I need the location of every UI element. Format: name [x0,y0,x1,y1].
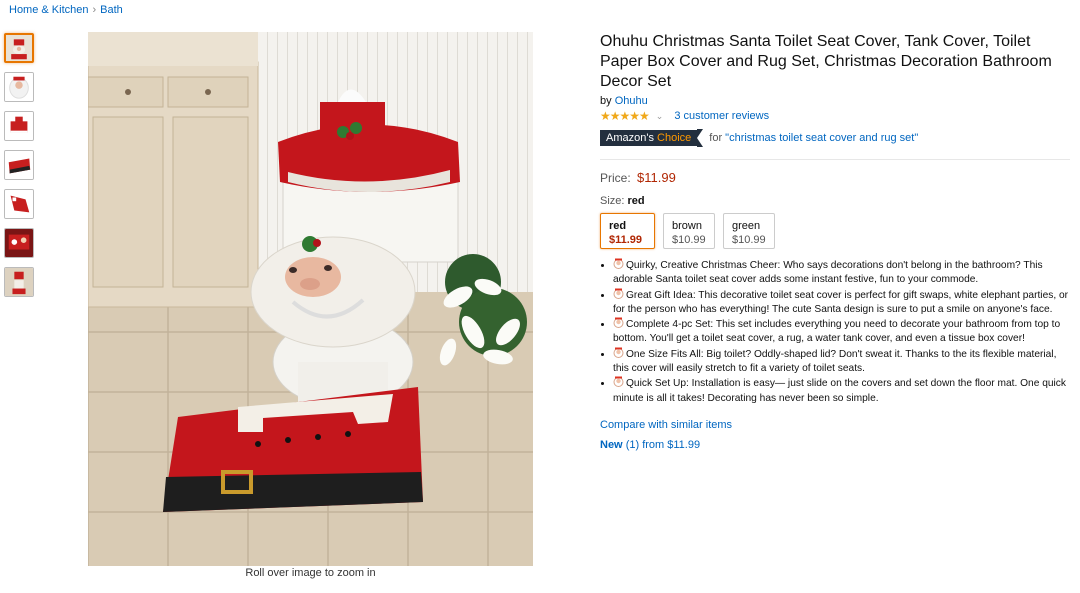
option-name: red [609,220,627,232]
option-brown[interactable]: brown $10.99 [663,213,715,249]
thumbnail-1[interactable] [4,33,34,63]
breadcrumb-home-kitchen[interactable]: Home & Kitchen [9,4,88,16]
option-red[interactable]: red $11.99 [600,213,655,249]
chevron-down-icon[interactable]: ⌄ [656,111,664,122]
compare-row: Compare with similar items [600,419,1070,431]
feature-bullet-text: Complete 4-pc Set: This set includes eve… [613,319,1061,345]
feature-bullet: Quick Set Up: Installation is easy— just… [613,376,1070,406]
breadcrumb: Home & Kitchen › Bath [9,4,123,16]
feature-bullet: Complete 4-pc Set: This set includes eve… [613,317,1070,347]
feature-bullets: Quirky, Creative Christmas Cheer: Who sa… [600,258,1070,406]
thumbnail-7[interactable] [4,267,34,297]
new-offers-link[interactable]: New [600,439,623,451]
divider [600,159,1070,160]
product-title: Ohuhu Christmas Santa Toilet Seat Cover,… [600,33,1052,90]
feature-bullet-text: One Size Fits All: Big toilet? Oddly-sha… [613,348,1057,375]
choice-badge-amazons: Amazon's [606,132,654,144]
byline: by Ohuhu [600,95,1070,107]
feature-bullet: Quirky, Creative Christmas Cheer: Who sa… [613,258,1070,288]
compare-similar-link[interactable]: Compare with similar items [600,419,732,431]
option-price: $10.99 [672,234,706,246]
main-product-image[interactable] [88,32,533,566]
brand-link[interactable]: Ohuhu [615,95,648,107]
offers-row: New (1) from $11.99 [600,439,1070,451]
amazons-choice-row: Amazon's Choice for "christmas toilet se… [600,129,1070,147]
price-row: Price: $11.99 [600,170,1070,185]
choice-for-label: for [709,132,723,144]
santa-face-icon [613,376,624,388]
santa-face-icon [613,258,624,269]
price-label: Price: [600,171,631,185]
option-green[interactable]: green $10.99 [723,213,775,249]
breadcrumb-separator: › [92,4,97,16]
amazons-choice-badge: Amazon's Choice [600,130,698,146]
thumbnail-3[interactable] [4,111,34,141]
size-selected-value: red [627,195,645,207]
santa-face-icon [613,347,624,358]
breadcrumb-bath[interactable]: Bath [100,4,123,16]
feature-bullet: Great Gift Idea: This decorative toilet … [613,288,1070,318]
price-value: $11.99 [637,170,676,185]
santa-face-icon [613,317,624,329]
option-price: $10.99 [732,234,766,246]
size-row: Size: red [600,195,1070,207]
choice-keyword-link[interactable]: "christmas toilet seat cover and rug set… [725,132,918,144]
thumbnail-5[interactable] [4,189,34,219]
option-price: $11.99 [609,234,643,246]
thumbnail-6[interactable] [4,228,34,258]
size-options: red $11.99 brown $10.99 green $10.99 [600,213,1070,249]
option-name: brown [672,220,702,232]
customer-reviews-link[interactable]: 3 customer reviews [674,110,769,122]
choice-badge-choice: Choice [657,132,692,144]
thumbnail-2[interactable] [4,72,34,102]
offers-price-link[interactable]: $11.99 [667,439,700,451]
by-label: by [600,95,612,107]
option-name: green [732,220,761,232]
zoom-hint: Roll over image to zoom in [245,567,376,579]
product-details: Ohuhu Christmas Santa Toilet Seat Cover,… [600,32,1070,451]
feature-bullet-text: Quirky, Creative Christmas Cheer: Who sa… [613,260,1043,286]
feature-bullet: One Size Fits All: Big toilet? Oddly-sha… [613,347,1070,377]
santa-face-icon [613,288,624,299]
feature-bullet-text: Quick Set Up: Installation is easy— just… [613,378,1066,404]
rating-row: ★★★★★ ⌄ 3 customer reviews [600,109,1070,123]
thumbnail-strip [4,33,38,306]
offers-count-link[interactable]: (1) from [626,439,665,451]
thumbnail-4[interactable] [4,150,34,180]
feature-bullet-text: Great Gift Idea: This decorative toilet … [613,289,1069,315]
badge-notch [697,129,704,147]
size-label: Size: [600,195,625,207]
star-rating-icon[interactable]: ★★★★★ [600,109,650,123]
